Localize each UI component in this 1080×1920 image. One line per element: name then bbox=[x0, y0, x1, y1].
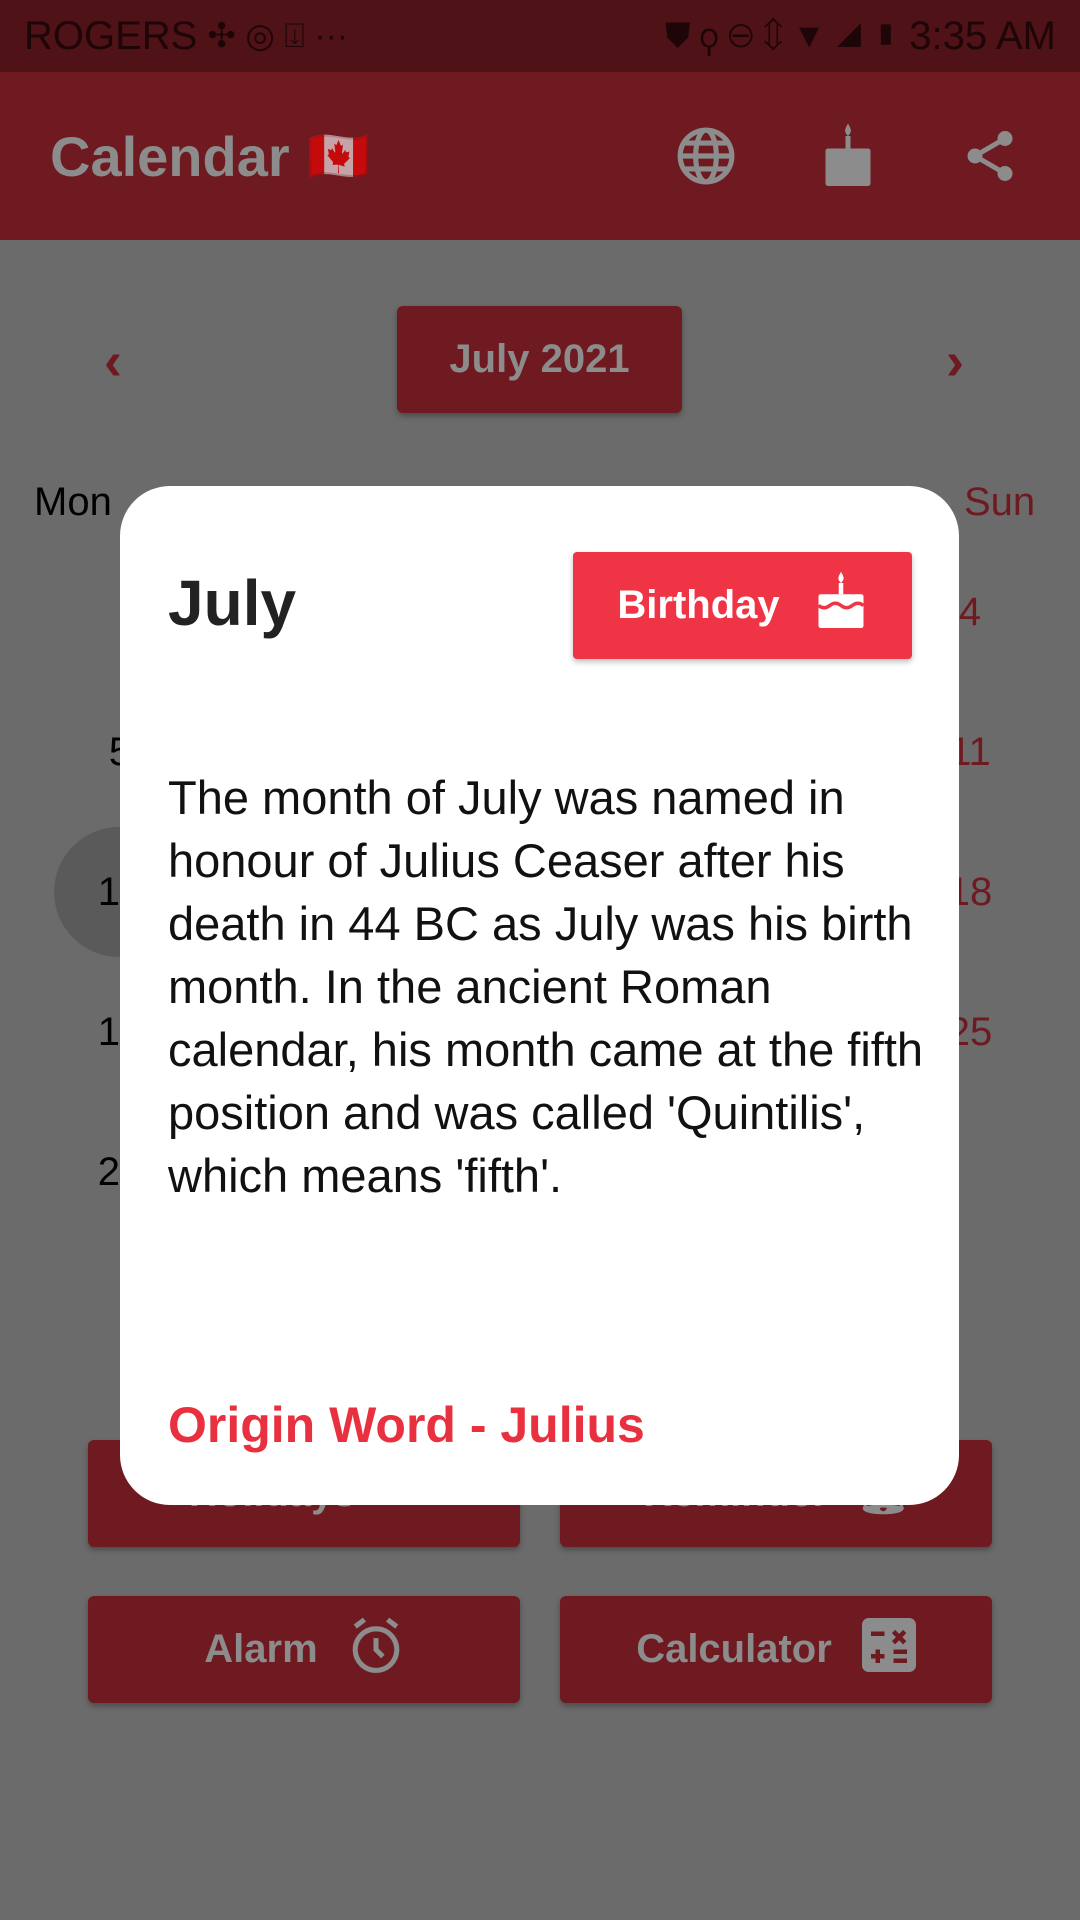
canada-flag-icon: 🇨🇦 bbox=[307, 127, 370, 184]
app-title: Calendar bbox=[50, 124, 290, 188]
calculator-label: Calculator bbox=[636, 1627, 832, 1671]
share-icon[interactable] bbox=[950, 116, 1030, 196]
alarm-button[interactable]: Alarm bbox=[88, 1596, 520, 1703]
month-info-dialog: July Birthday The month of July was name… bbox=[120, 486, 959, 1505]
next-month-button[interactable]: › bbox=[946, 330, 964, 392]
dialog-title: July bbox=[168, 567, 297, 639]
weekday-sun: Sun bbox=[964, 480, 1036, 524]
clock: 3:35 AM bbox=[909, 13, 1056, 58]
weekday-mon: Mon bbox=[34, 480, 112, 524]
calculator-icon bbox=[861, 1617, 916, 1683]
previous-month-button[interactable]: ‹ bbox=[104, 330, 122, 392]
cake-icon bbox=[814, 570, 868, 642]
birthday-label: Birthday bbox=[617, 583, 780, 627]
status-bar: ROGERS ✣ ◎ ⍗ ··· ⛊ ⚲ ⊖ ⇕ ▼ ◢ ▮ 3:35 AM bbox=[0, 0, 1080, 72]
dialog-description: The month of July was named in honour of… bbox=[168, 771, 924, 1202]
carrier-label: ROGERS bbox=[24, 13, 198, 58]
alarm-label: Alarm bbox=[204, 1627, 318, 1671]
system-icons: ⛊ ⚲ ⊖ ⇕ ▼ ◢ ▮ bbox=[665, 16, 900, 55]
alarm-clock-icon bbox=[348, 1615, 404, 1685]
cake-icon[interactable] bbox=[808, 116, 888, 196]
app-bar: Calendar 🇨🇦 bbox=[0, 72, 1080, 240]
origin-word: Origin Word - Julius bbox=[168, 1397, 645, 1453]
globe-icon[interactable] bbox=[666, 116, 746, 196]
month-selector-button[interactable]: July 2021 bbox=[397, 306, 682, 413]
birthday-button[interactable]: Birthday bbox=[573, 552, 912, 659]
calculator-button[interactable]: Calculator bbox=[560, 1596, 992, 1703]
notification-icons: ✣ ◎ ⍗ ··· bbox=[207, 17, 349, 55]
